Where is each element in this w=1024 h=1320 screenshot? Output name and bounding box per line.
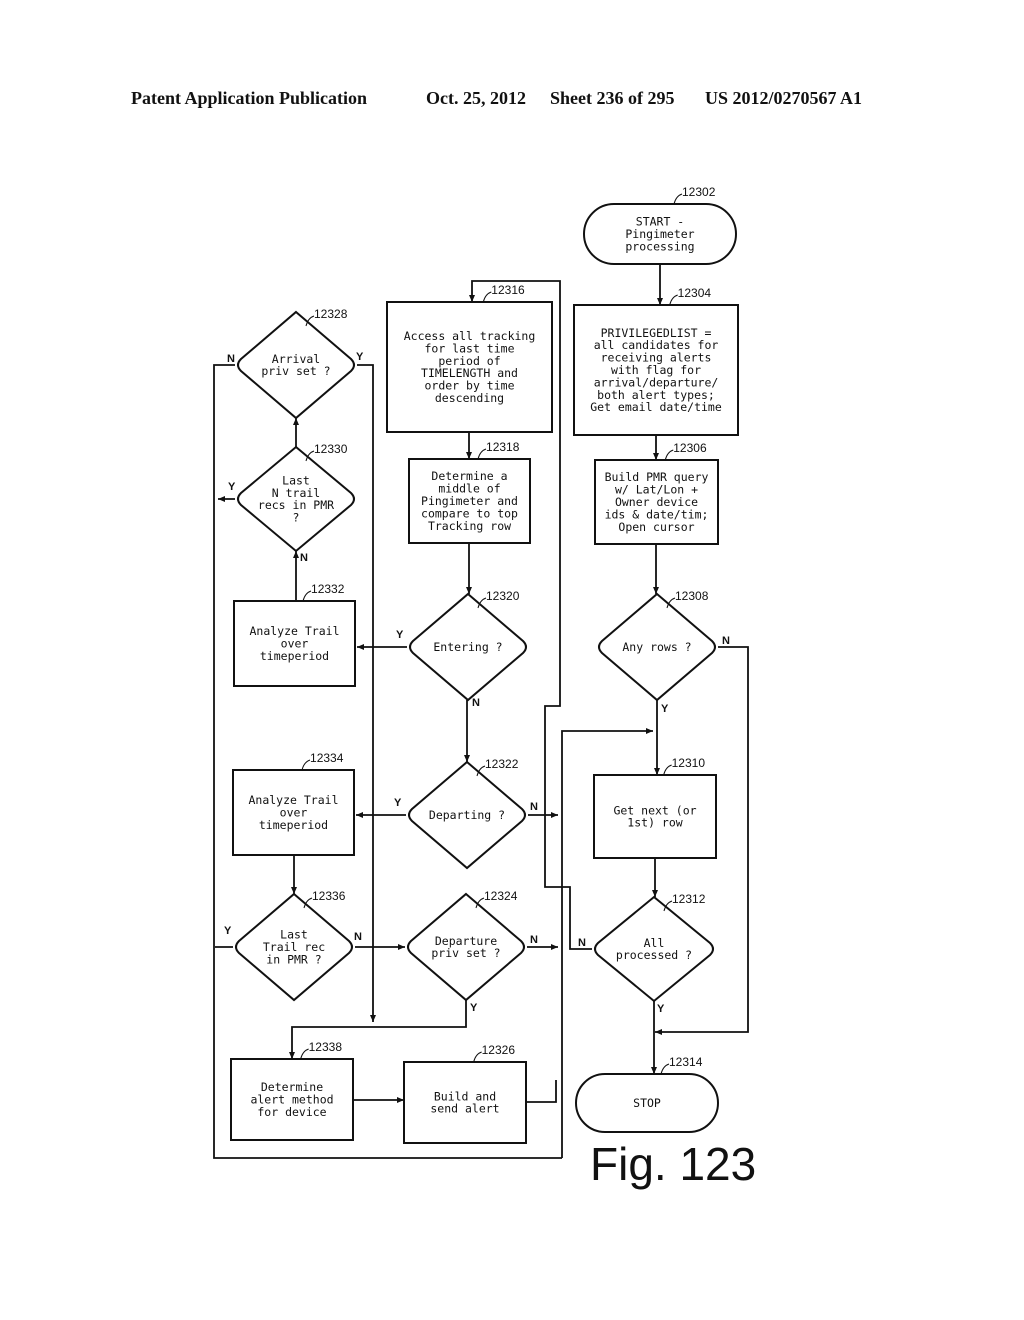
ref-leader <box>473 1051 482 1063</box>
flowchart: START -Pingimeterprocessing12302PRIVILEG… <box>213 185 756 1190</box>
node-text-line: Open cursor <box>618 520 694 534</box>
yes-branch-label: Y <box>657 1003 665 1015</box>
reference-numeral: 12312 <box>672 892 706 906</box>
node-12332-process: Analyze Trailovertimeperiod12332 <box>233 582 356 687</box>
reference-numeral: 12328 <box>314 307 348 321</box>
no-branch-label: N <box>530 801 538 813</box>
node-text-line: timeperiod <box>260 649 329 663</box>
node-text-line: Get email date/time <box>590 400 722 414</box>
yes-branch-label: Y <box>394 797 402 809</box>
node-text-line: processed ? <box>616 948 692 962</box>
node-text-line: for device <box>257 1105 326 1119</box>
node-text-line: send alert <box>430 1102 499 1116</box>
node-12314-terminal: STOP 12314 <box>575 1055 719 1133</box>
flowchart-nodes: START -Pingimeterprocessing12302PRIVILEG… <box>230 185 739 1144</box>
flow-connector <box>357 364 376 1022</box>
no-branch-label: N <box>472 697 480 709</box>
yes-branch-label: Y <box>470 1002 478 1014</box>
node-12328-decision: Arrivalpriv set ?12328 <box>237 307 355 420</box>
node-12320-decision: Entering ? 12320 <box>409 589 527 702</box>
reference-numeral: 12306 <box>673 441 707 455</box>
yes-branch-label: Y <box>661 703 669 715</box>
ref-leader <box>482 291 492 303</box>
node-text-line: Departing ? <box>429 808 505 822</box>
yes-branch-label: Y <box>396 629 404 641</box>
node-12310-process: Get next (or1st) row12310 <box>593 756 717 859</box>
ref-leader <box>663 764 672 776</box>
no-branch-label: N <box>354 931 362 943</box>
node-text-line: Entering ? <box>433 640 502 654</box>
ref-leader <box>300 1048 309 1060</box>
flow-connector <box>526 1080 557 1103</box>
node-text-line: 1st) row <box>627 816 682 830</box>
figure-label: Fig. 123 <box>590 1138 756 1190</box>
reference-numeral: 12326 <box>482 1043 516 1057</box>
reference-numeral: 12330 <box>314 442 348 456</box>
reference-numeral: 12314 <box>669 1055 703 1069</box>
node-text-line: Any rows ? <box>622 640 691 654</box>
no-branch-label: N <box>227 353 235 365</box>
ref-leader <box>669 294 678 306</box>
node-text-line: timeperiod <box>259 818 328 832</box>
yes-branch-label: Y <box>356 351 364 363</box>
node-text-line: in PMR ? <box>266 952 321 966</box>
no-branch-label: N <box>722 635 730 647</box>
reference-numeral: 12316 <box>491 283 525 297</box>
node-12302-terminal: START -Pingimeterprocessing12302 <box>583 185 737 265</box>
node-12336-decision: LastTrail recin PMR ?12336 <box>235 889 353 1002</box>
reference-numeral: 12338 <box>309 1040 343 1054</box>
node-12324-decision: Departurepriv set ?12324 <box>407 889 525 1002</box>
node-text-line: descending <box>435 391 504 405</box>
node-text-line: ? <box>293 511 300 525</box>
node-12334-process: Analyze Trailovertimeperiod12334 <box>232 751 355 856</box>
node-12326-process: Build andsend alert12326 <box>403 1043 527 1144</box>
ref-leader <box>477 448 487 460</box>
node-text-line: Tracking row <box>428 519 511 533</box>
ref-leader <box>302 590 312 602</box>
node-12312-decision: Allprocessed ?12312 <box>594 892 714 1003</box>
reference-numeral: 12318 <box>486 440 520 454</box>
node-text-line: processing <box>625 239 694 253</box>
no-branch-label: N <box>578 937 586 949</box>
reference-numeral: 12308 <box>675 589 709 603</box>
node-12330-decision: LastN trailrecs in PMR?12330 <box>237 442 355 553</box>
ref-leader <box>673 193 683 205</box>
node-12316-process: Access all trackingfor last timeperiod o… <box>386 283 553 433</box>
no-branch-label: N <box>300 552 308 564</box>
node-12308-decision: Any rows ? 12308 <box>598 589 716 702</box>
reference-numeral: 12322 <box>485 757 519 771</box>
reference-numeral: 12332 <box>311 582 345 596</box>
node-12322-decision: Departing ? 12322 <box>408 757 526 870</box>
node-12304-process: PRIVILEGEDLIST =all candidates forreceiv… <box>573 286 739 436</box>
reference-numeral: 12336 <box>312 889 346 903</box>
reference-numeral: 12324 <box>484 889 518 903</box>
node-text-line: priv set ? <box>261 364 330 378</box>
no-branch-label: N <box>530 934 538 946</box>
reference-numeral: 12320 <box>486 589 520 603</box>
reference-numeral: 12302 <box>682 185 716 199</box>
yes-branch-label: Y <box>224 925 232 937</box>
reference-numeral: 12334 <box>310 751 344 765</box>
node-text-line: STOP <box>633 1096 661 1110</box>
yes-branch-label: Y <box>228 481 236 493</box>
ref-leader <box>301 759 311 771</box>
reference-numeral: 12310 <box>672 756 706 770</box>
ref-leader <box>660 1063 670 1075</box>
reference-numeral: 12304 <box>678 286 712 300</box>
node-text-line: priv set ? <box>431 946 500 960</box>
ref-leader <box>664 449 674 461</box>
